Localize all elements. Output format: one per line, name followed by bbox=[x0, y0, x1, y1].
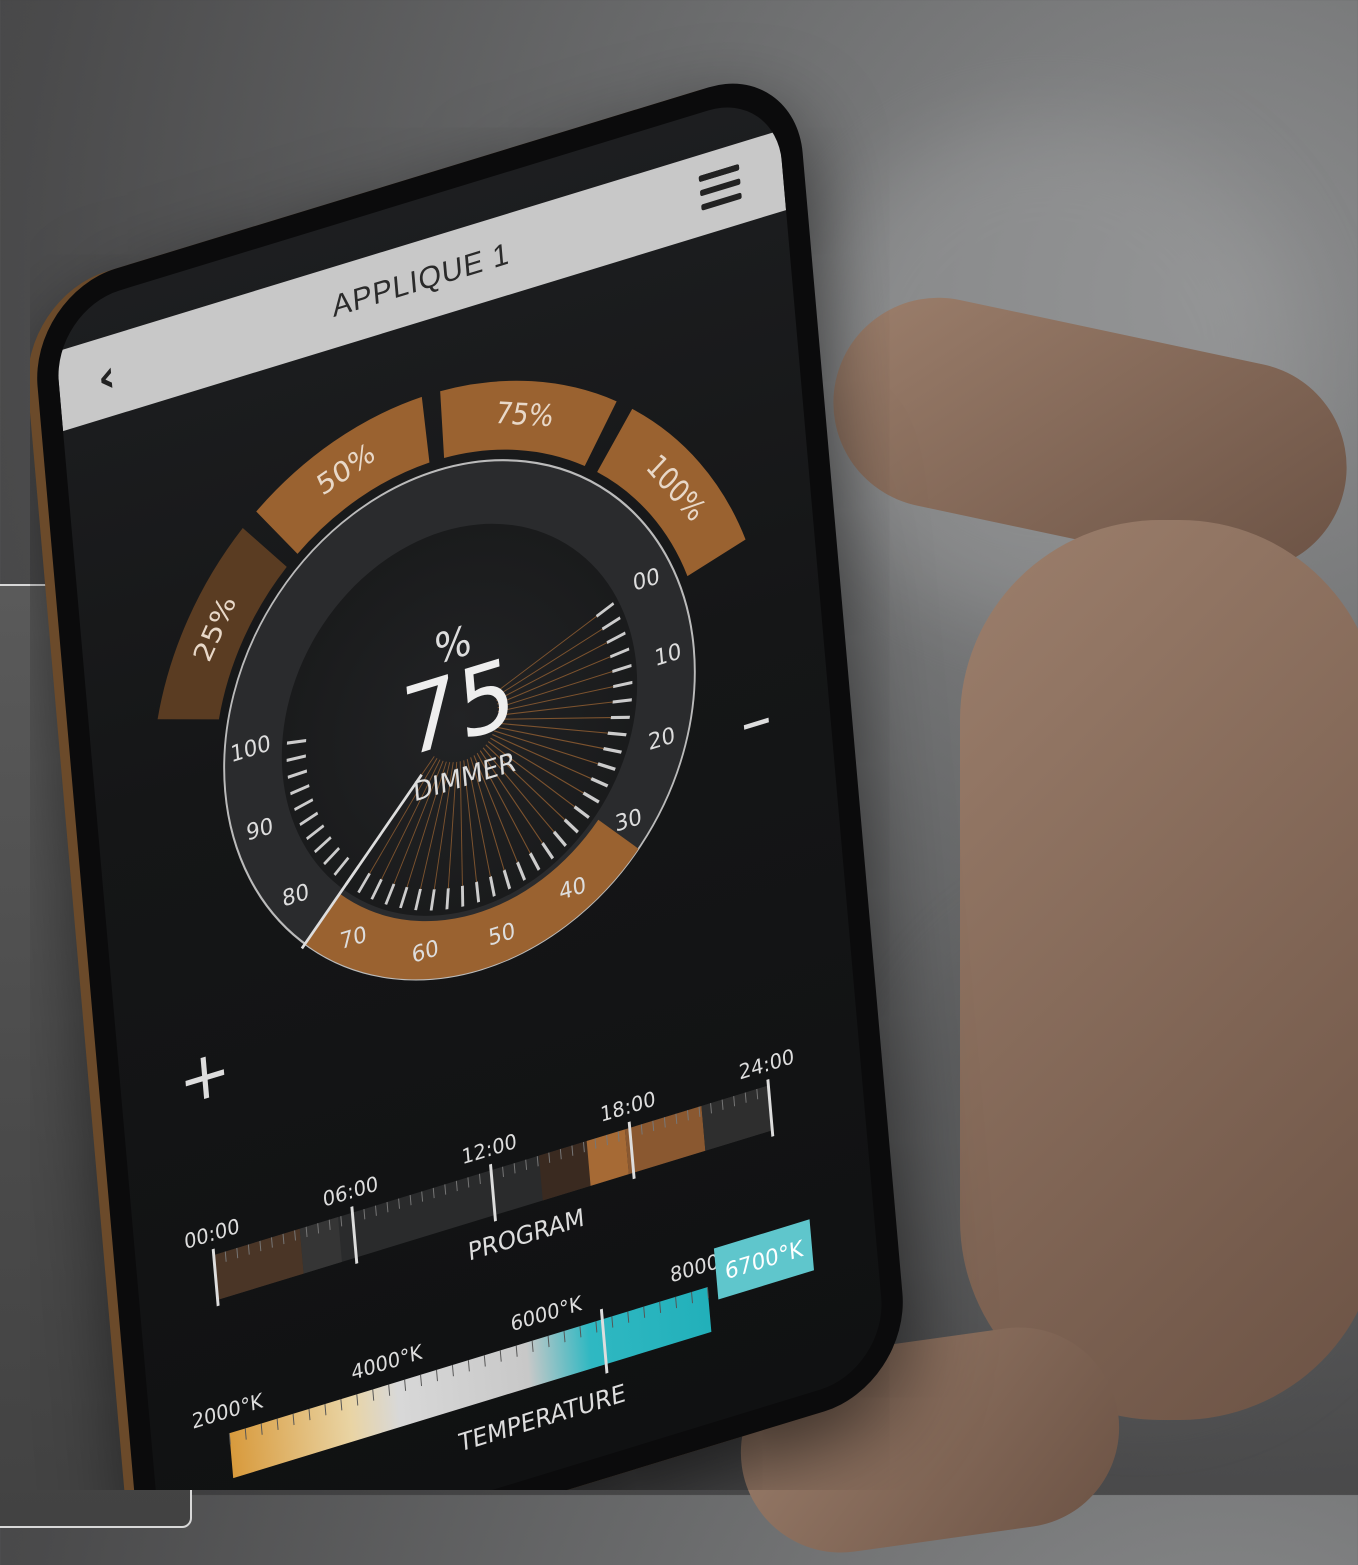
phone-wrapper: ‹ APPLIQUE 1 25% 50% 75% 100% 00 10 20 3… bbox=[30, 20, 1330, 1490]
phone-screen: ‹ APPLIQUE 1 25% 50% 75% 100% 00 10 20 3… bbox=[52, 89, 888, 1490]
program-time-label: 12:00 bbox=[461, 1128, 518, 1169]
phone-device: ‹ APPLIQUE 1 25% 50% 75% 100% 00 10 20 3… bbox=[30, 61, 911, 1490]
menu-button[interactable] bbox=[698, 163, 742, 211]
page-title: APPLIQUE 1 bbox=[331, 236, 511, 325]
program-segment bbox=[701, 1085, 773, 1151]
chevron-left-icon: ‹ bbox=[95, 348, 118, 407]
back-button[interactable]: ‹ bbox=[96, 349, 118, 406]
decrease-button[interactable]: – bbox=[737, 678, 774, 763]
program-time-label: 00:00 bbox=[183, 1213, 240, 1254]
increase-button[interactable]: + bbox=[176, 1031, 234, 1122]
program-segment bbox=[538, 1141, 591, 1201]
dial-tick bbox=[460, 885, 465, 907]
program-time-label: 24:00 bbox=[738, 1044, 795, 1085]
program-time-label: 06:00 bbox=[322, 1171, 379, 1212]
program-segment bbox=[299, 1217, 342, 1274]
preset-label: 75% bbox=[492, 396, 557, 434]
program-segment bbox=[586, 1129, 629, 1186]
program-time-label: 18:00 bbox=[599, 1086, 656, 1127]
hamburger-icon bbox=[698, 163, 742, 211]
